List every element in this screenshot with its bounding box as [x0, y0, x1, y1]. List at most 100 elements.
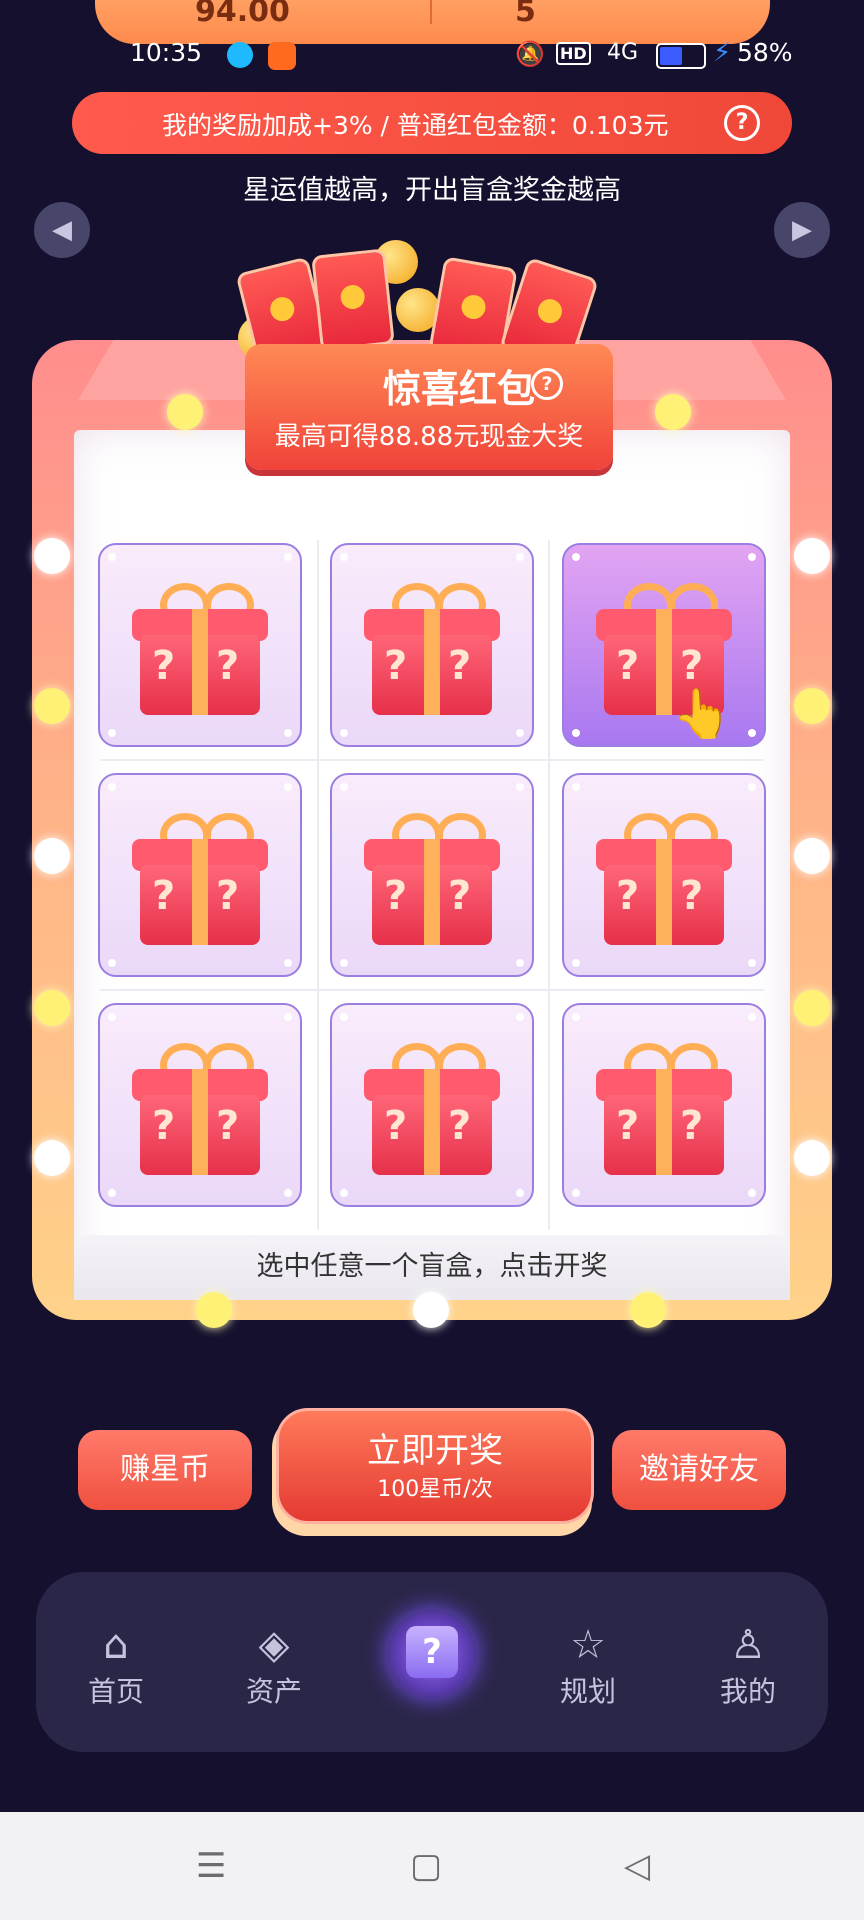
light-bulb [196, 1292, 232, 1328]
cell-corner-dot [340, 959, 348, 967]
light-bulb [794, 538, 830, 574]
tab-label: 我的 [719, 1675, 776, 1708]
blind-box-cell[interactable]: ?? [330, 773, 534, 977]
tab-profile[interactable]: ♙ 我的 [688, 1620, 808, 1730]
cell-corner-dot [516, 1189, 524, 1197]
question-mark: ? [616, 873, 640, 919]
blind-box-cell[interactable]: ?? [98, 1003, 302, 1207]
light-bulb [413, 1292, 449, 1328]
question-mark: ? [680, 643, 704, 689]
question-mark: ? [384, 873, 408, 919]
menu-icon[interactable]: ☰ [196, 1846, 226, 1886]
tab-label: 首页 [87, 1675, 144, 1708]
cell-corner-dot [572, 783, 580, 791]
next-arrow-button[interactable]: ▶ [774, 202, 830, 258]
question-mark: ? [680, 873, 704, 919]
system-nav-bar: ☰ ▢ ◁ [0, 1812, 864, 1920]
blind-box-icon: ? [406, 1626, 458, 1678]
light-bulb [630, 1292, 666, 1328]
tab-blind-box[interactable]: ? [388, 1610, 476, 1698]
selection-hint: 选中任意一个盲盒，点击开奖 [256, 1251, 608, 1282]
cell-corner-dot [108, 959, 116, 967]
light-bulb [34, 538, 70, 574]
profile-icon: ♙ [730, 1622, 766, 1668]
badge-title: 惊喜红包 [382, 367, 535, 411]
cell-corner-dot [748, 729, 756, 737]
red-envelope-icon [311, 248, 395, 352]
blind-box-cell[interactable]: ?? [330, 1003, 534, 1207]
back-icon[interactable]: ◁ [624, 1846, 650, 1886]
battery-fill [660, 47, 682, 65]
cell-corner-dot [284, 1189, 292, 1197]
home-square-icon[interactable]: ▢ [410, 1846, 442, 1886]
qq-notification-icon [227, 42, 253, 68]
cell-corner-dot [748, 553, 756, 561]
blind-box-cell[interactable]: ?? [98, 773, 302, 977]
gift-box-icon: ?? [362, 809, 502, 949]
gift-box-icon: ?? [362, 1039, 502, 1179]
plan-icon: ☆ [570, 1622, 606, 1668]
cell-corner-dot [284, 729, 292, 737]
cell-corner-dot [108, 1013, 116, 1021]
grid-divider [317, 540, 319, 1230]
grid-divider [548, 540, 550, 1230]
cell-corner-dot [516, 729, 524, 737]
question-mark: ? [152, 873, 176, 919]
question-mark: ? [152, 1103, 176, 1149]
invite-friends-button[interactable]: 邀请好友 [612, 1430, 786, 1510]
question-mark: ? [448, 1103, 472, 1149]
star-value: 5 [515, 0, 536, 29]
gift-box-icon: ?? [130, 1039, 270, 1179]
cell-corner-dot [284, 959, 292, 967]
blind-box-cell[interactable]: ?? [562, 1003, 766, 1207]
cell-corner-dot [340, 729, 348, 737]
blind-box-cell[interactable]: ?? [562, 773, 766, 977]
tab-home[interactable]: ⌂ 首页 [56, 1620, 176, 1730]
battery-percent: 58% [737, 38, 793, 67]
question-mark: ? [616, 1103, 640, 1149]
blind-box-cell[interactable]: ?? 👆 [562, 543, 766, 747]
cell-corner-dot [284, 783, 292, 791]
draw-now-label: 立即开奖 [367, 1431, 503, 1471]
cell-corner-dot [108, 553, 116, 561]
gift-box-icon: ?? [594, 809, 734, 949]
blind-box-cell[interactable]: ?? [330, 543, 534, 747]
cell-corner-dot [572, 553, 580, 561]
tab-label: 资产 [245, 1675, 302, 1708]
tab-assets[interactable]: ◈ 资产 [214, 1620, 334, 1730]
light-bulb [34, 990, 70, 1026]
grid-divider [100, 759, 764, 761]
blind-box-cell[interactable]: ?? [98, 543, 302, 747]
question-mark: ? [448, 643, 472, 689]
cell-corner-dot [516, 959, 524, 967]
draw-cost-label: 100星币/次 [377, 1477, 493, 1502]
light-bulb [794, 990, 830, 1026]
hd-icon: HD [556, 42, 591, 65]
star-coin-value: 94.00 [195, 0, 290, 29]
tab-plan[interactable]: ☆ 规划 [528, 1620, 648, 1730]
question-mark: ? [616, 643, 640, 689]
reward-bonus-bar[interactable]: 我的奖励加成+3% / 普通红包金额：0.103元 ? [72, 92, 792, 154]
cell-corner-dot [284, 1013, 292, 1021]
cell-corner-dot [748, 959, 756, 967]
reward-help-icon[interactable]: ? [724, 105, 760, 141]
question-mark: ? [448, 873, 472, 919]
gift-box-icon: ?? [130, 579, 270, 719]
cell-corner-dot [572, 1189, 580, 1197]
mute-icon: 🔕 [515, 40, 545, 68]
light-bulb [167, 394, 203, 430]
cell-corner-dot [572, 729, 580, 737]
cell-corner-dot [284, 553, 292, 561]
earn-star-coins-button[interactable]: 赚星币 [78, 1430, 252, 1510]
question-mark: ? [216, 1103, 240, 1149]
cell-corner-dot [748, 1189, 756, 1197]
question-mark: ? [216, 873, 240, 919]
badge-help-icon[interactable]: ? [531, 368, 563, 400]
gift-box-icon: ?? [362, 579, 502, 719]
pointer-hand-icon: 👆 [672, 686, 732, 742]
light-bulb [34, 838, 70, 874]
prev-arrow-button[interactable]: ◀ [34, 202, 90, 258]
light-bulb [794, 838, 830, 874]
draw-now-button[interactable]: 立即开奖 100星币/次 [276, 1408, 594, 1524]
gift-box-icon: ?? [130, 809, 270, 949]
